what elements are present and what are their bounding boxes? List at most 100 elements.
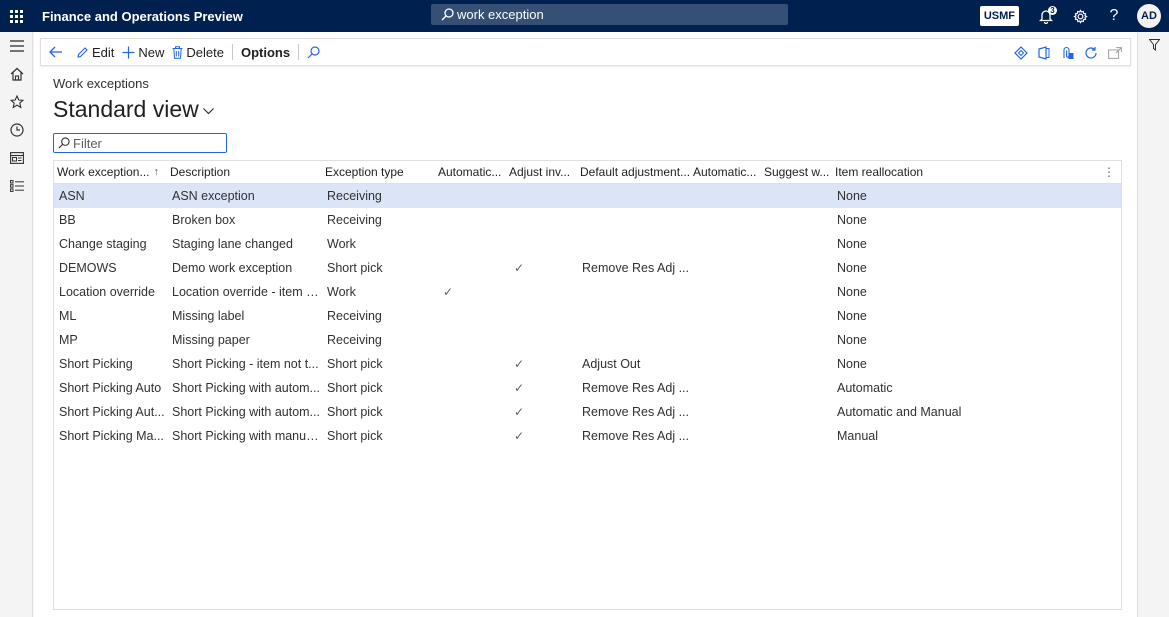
options-tab[interactable]: Options bbox=[237, 38, 294, 66]
cell-adjust-inventory: ✓ bbox=[514, 261, 525, 275]
recent-nav-button[interactable] bbox=[0, 116, 33, 144]
cell-description: Demo work exception bbox=[172, 261, 293, 275]
help-button[interactable]: ? bbox=[1097, 0, 1131, 32]
home-nav-button[interactable] bbox=[0, 60, 33, 88]
table-row[interactable]: Change staging Staging lane changed Work No… bbox=[54, 232, 1121, 256]
attachment-icon[interactable] bbox=[1060, 46, 1074, 60]
column-header-work-exception[interactable]: Work exception... ↑ bbox=[54, 165, 167, 179]
view-name: Standard view bbox=[53, 96, 199, 122]
search-input[interactable]: work exception bbox=[457, 7, 544, 22]
cell-work-exception: Location override bbox=[59, 285, 155, 299]
app-title[interactable]: Finance and Operations Preview bbox=[42, 9, 243, 24]
cell-description: Short Picking with autom... bbox=[172, 381, 320, 395]
cell-exception-type: Short pick bbox=[327, 261, 383, 275]
edit-label: Edit bbox=[92, 44, 115, 60]
office-icon[interactable] bbox=[1038, 46, 1050, 60]
cell-work-exception: BB bbox=[59, 213, 76, 227]
cell-exception-type: Receiving bbox=[327, 189, 382, 203]
table-row[interactable]: BB Broken box Receiving None bbox=[54, 208, 1121, 232]
cell-exception-type: Receiving bbox=[327, 213, 382, 227]
refresh-icon[interactable] bbox=[1084, 46, 1098, 60]
cell-exception-type: Receiving bbox=[327, 309, 382, 323]
table-row[interactable]: Short Picking Ma... Short Picking with ma… bbox=[54, 424, 1121, 448]
column-header-adjust-inventory[interactable]: Adjust inv... bbox=[506, 165, 577, 179]
column-header-suggest[interactable]: Suggest w... bbox=[761, 165, 832, 179]
filter-pane-button[interactable] bbox=[1138, 32, 1169, 58]
pencil-icon bbox=[77, 46, 88, 58]
cell-description: Staging lane changed bbox=[172, 237, 293, 251]
column-header-exception-type[interactable]: Exception type bbox=[322, 165, 435, 179]
workspace: Edit New Delete Options Work exceptions … bbox=[34, 32, 1137, 617]
edit-button[interactable]: Edit bbox=[72, 38, 118, 66]
plus-icon bbox=[122, 46, 135, 58]
column-header-default-adjustment[interactable]: Default adjustment... bbox=[577, 165, 690, 179]
avatar[interactable]: AD bbox=[1137, 4, 1161, 28]
power-apps-icon[interactable] bbox=[1014, 46, 1028, 60]
table-row[interactable]: ASN ASN exception Receiving None bbox=[54, 184, 1121, 208]
cell-exception-type: Short pick bbox=[327, 357, 383, 371]
action-separator bbox=[298, 44, 300, 60]
delete-button[interactable]: Delete bbox=[168, 38, 228, 66]
column-header-item-reallocation[interactable]: Item reallocation bbox=[832, 165, 1012, 179]
action-search-button[interactable] bbox=[303, 38, 327, 66]
cell-work-exception: ASN bbox=[59, 189, 85, 203]
action-pane: Edit New Delete Options bbox=[40, 38, 1131, 66]
grid-body: ASN ASN exception Receiving None BB Broken bo… bbox=[54, 184, 1121, 448]
cell-work-exception: Short Picking Aut... bbox=[59, 405, 165, 419]
cell-adjust-inventory: ✓ bbox=[514, 405, 525, 419]
cell-work-exception: MP bbox=[59, 333, 78, 347]
workspace-icon bbox=[9, 152, 24, 164]
question-icon: ? bbox=[1109, 7, 1119, 24]
funnel-icon bbox=[1148, 39, 1160, 51]
notifications-button[interactable]: 3 bbox=[1029, 0, 1063, 32]
modules-nav-button[interactable] bbox=[0, 172, 33, 200]
column-header-automatic-1[interactable]: Automatic... bbox=[435, 165, 506, 179]
open-new-window-icon[interactable] bbox=[1108, 47, 1122, 59]
search-icon bbox=[307, 45, 320, 58]
home-icon bbox=[10, 67, 23, 81]
table-row[interactable]: Short Picking Auto Short Picking with aut… bbox=[54, 376, 1121, 400]
settings-button[interactable] bbox=[1063, 0, 1097, 32]
cell-default-adjustment: Remove Res Adj ... bbox=[582, 405, 689, 419]
new-button[interactable]: New bbox=[118, 38, 168, 66]
top-bar: Finance and Operations Preview work exce… bbox=[0, 0, 1169, 32]
cell-item-reallocation: None bbox=[837, 189, 867, 203]
cell-automatic-1: ✓ bbox=[443, 285, 454, 299]
cell-description: Short Picking - item not t... bbox=[172, 357, 319, 371]
view-selector[interactable]: Standard view bbox=[53, 96, 214, 123]
column-header-automatic-2[interactable]: Automatic... bbox=[690, 165, 761, 179]
favorites-nav-button[interactable] bbox=[0, 88, 33, 116]
company-picker[interactable]: USMF bbox=[979, 6, 1019, 26]
table-row[interactable]: Short Picking Aut... Short Picking with a… bbox=[54, 400, 1121, 424]
list-icon bbox=[9, 180, 24, 192]
table-row[interactable]: Short Picking Short Picking - item not t.… bbox=[54, 352, 1121, 376]
cell-item-reallocation: Automatic bbox=[837, 381, 893, 395]
notification-count-badge: 3 bbox=[1048, 6, 1057, 15]
table-row[interactable]: MP Missing paper Receiving None bbox=[54, 328, 1121, 352]
table-row[interactable]: Location override Location override - ite… bbox=[54, 280, 1121, 304]
app-launcher-button[interactable] bbox=[0, 0, 32, 32]
right-pane bbox=[1137, 32, 1169, 617]
grid-options-icon[interactable]: ⋮ bbox=[1103, 165, 1115, 179]
table-row[interactable]: DEMOWS Demo work exception Short pick ✓ Remo… bbox=[54, 256, 1121, 280]
hamburger-icon bbox=[9, 40, 24, 52]
workspaces-nav-button[interactable] bbox=[0, 144, 33, 172]
cell-item-reallocation: None bbox=[837, 333, 867, 347]
left-navigation bbox=[0, 32, 33, 617]
filter-input[interactable] bbox=[73, 135, 223, 151]
menu-toggle-button[interactable] bbox=[0, 32, 33, 60]
cell-item-reallocation: None bbox=[837, 213, 867, 227]
cell-default-adjustment: Remove Res Adj ... bbox=[582, 429, 689, 443]
back-button[interactable] bbox=[41, 38, 72, 66]
back-arrow-icon bbox=[49, 46, 62, 58]
new-label: New bbox=[138, 44, 165, 60]
cell-item-reallocation: Manual bbox=[837, 429, 878, 443]
search-box[interactable]: work exception bbox=[431, 4, 788, 25]
trash-icon bbox=[172, 45, 183, 59]
column-header-description[interactable]: Description bbox=[167, 165, 322, 179]
filter-field[interactable] bbox=[53, 133, 227, 153]
cell-work-exception: Short Picking bbox=[59, 357, 133, 371]
grid-header: Work exception... ↑ Description Exception… bbox=[54, 160, 1121, 184]
cell-item-reallocation: None bbox=[837, 357, 867, 371]
table-row[interactable]: ML Missing label Receiving None bbox=[54, 304, 1121, 328]
